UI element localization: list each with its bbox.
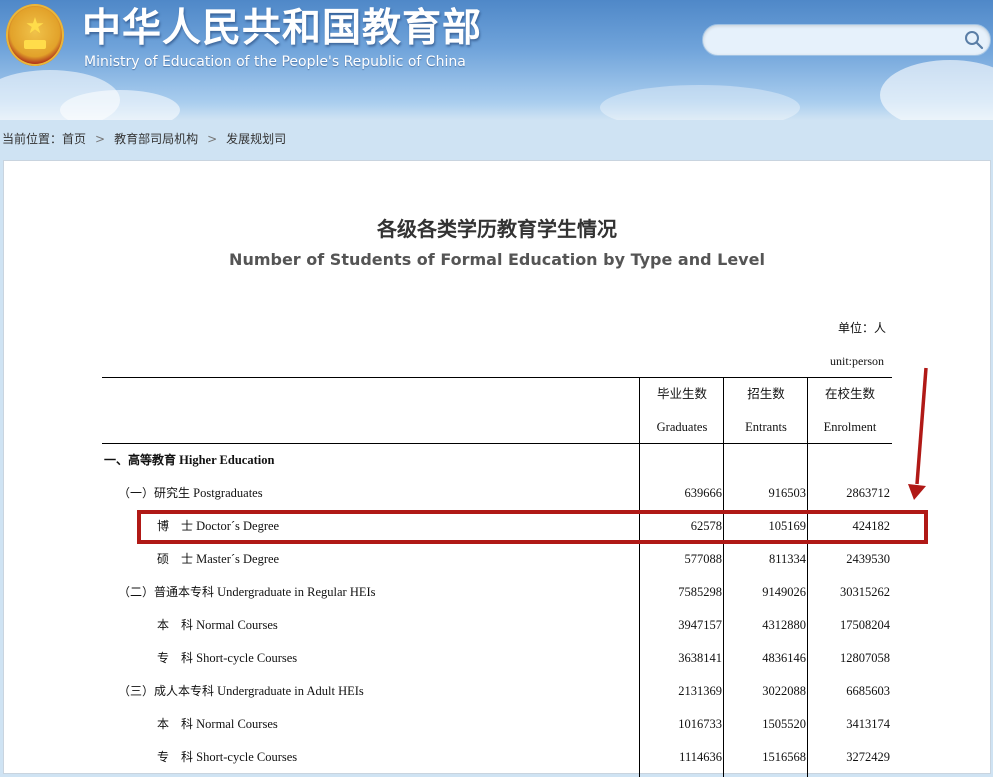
search-input[interactable] [713,29,957,51]
breadcrumb-item-home[interactable]: 首页 [62,132,86,146]
row-label-cn: （一）研究生 [118,486,191,500]
cell-enrolment: 12807058 [840,651,890,665]
row-label: 一、高等教育 Higher Education [104,444,274,477]
cell-entrants: 1505520 [762,717,806,731]
cell-graduates: 1114636 [679,750,722,764]
unit-label-en: unit:person [830,354,884,368]
table-row: 专 科 Short-cycle Courses 3638141 4836146 128… [102,642,892,675]
cell-graduates: 577088 [684,552,723,566]
cloud-decoration [60,90,180,120]
column-header-cn: 毕业生数 [656,386,707,401]
cell-graduates: 7585298 [678,585,722,599]
cell-entrants: 4312880 [762,618,806,632]
column-header-en: Enrolment [823,420,877,434]
row-label: 本 科 Normal Courses [157,609,278,642]
search-icon[interactable] [964,30,984,50]
row-label-en: Normal Courses [196,618,278,632]
table-row: （二）普通本专科 Undergraduate in Regular HEIs 75… [102,576,892,609]
cell-entrants: 916503 [768,486,807,500]
cloud-decoration [880,60,993,120]
row-label-en: Higher Education [179,453,275,467]
column-header-cn: 在校生数 [824,386,875,401]
row-label-en: Short-cycle Courses [196,750,298,764]
column-header-cn: 招生数 [747,386,785,401]
row-label-en: Short-cycle Courses [196,651,298,665]
document-panel: 各级各类学历教育学生情况 Number of Students of Forma… [3,160,991,777]
tiananmen-icon [24,40,46,49]
site-subtitle: Ministry of Education of the People's Re… [84,54,466,70]
cell-graduates: 1016733 [678,717,722,731]
national-emblem-icon[interactable]: ★ [6,4,64,66]
table-row: （一）研究生 Postgraduates 639666 916503 2863712 [102,477,892,510]
breadcrumb: 当前位置：首页 > 教育部司局机构 > 发展规划司 [2,131,286,147]
row-label-en: Postgraduates [193,486,263,500]
cell-entrants: 1516568 [762,750,806,764]
cell-enrolment: 3413174 [846,717,890,731]
row-label-cn: （二）普通本专科 [118,585,215,599]
row-label-en: Master´s Degree [196,552,280,566]
unit-label-cn: 单位：人 [838,321,887,335]
row-label-cn: （三）成人本专科 [118,684,215,698]
table-row: 本 科 Normal Courses 1016733 1505520 3413174 [102,708,892,741]
row-label: （一）研究生 Postgraduates [118,477,263,510]
cell-entrants: 4836146 [762,651,806,665]
row-label-cn: 专 科 [157,651,194,665]
document-title: 各级各类学历教育学生情况 [377,217,617,241]
row-label-cn: 本 科 [157,717,194,731]
table-row: 本 科 Normal Courses 3947157 4312880 17508204 [102,609,892,642]
row-label: 本 科 Normal Courses [157,708,278,741]
chevron-right-icon: > [207,132,218,146]
breadcrumb-item-departments[interactable]: 教育部司局机构 [114,132,198,146]
row-label-en: Undergraduate in Adult HEIs [217,684,364,698]
document-subtitle: Number of Students of Formal Education b… [229,250,765,269]
breadcrumb-item-planning[interactable]: 发展规划司 [226,132,286,146]
star-icon: ★ [25,14,45,39]
chevron-right-icon: > [95,132,106,146]
table-rule [102,377,892,378]
cell-graduates: 2131369 [678,684,722,698]
row-label: （二）普通本专科 Undergraduate in Regular HEIs [118,576,376,609]
cell-graduates: 639666 [684,486,723,500]
cell-enrolment: 2439530 [846,552,890,566]
row-label-cn: 硕 士 [157,552,194,566]
cell-enrolment: 30315262 [840,585,890,599]
cell-entrants: 9149026 [762,585,806,599]
cell-graduates: 3638141 [678,651,722,665]
row-label: 专 科 Short-cycle Courses [157,642,297,675]
table-row: 硕 士 Master´s Degree 577088 811334 2439530 [102,543,892,576]
row-label: （三）成人本专科 Undergraduate in Adult HEIs [118,675,364,708]
highlight-box [137,510,928,544]
row-label-cn: 专 科 [157,750,194,764]
column-header-en: Entrants [745,420,787,434]
cell-graduates: 3947157 [678,618,722,632]
cell-enrolment: 3272429 [846,750,890,764]
cell-enrolment: 17508204 [840,618,890,632]
site-title[interactable]: 中华人民共和国教育部 [82,6,482,52]
row-label-en: Undergraduate in Regular HEIs [217,585,376,599]
cell-enrolment: 2863712 [846,486,890,500]
row-label: 硕 士 Master´s Degree [157,543,279,576]
row-label: 专 科 Short-cycle Courses [157,741,297,774]
row-label-cn: 一、高等教育 [104,453,177,467]
cloud-decoration [600,85,800,120]
row-label-cn: 本 科 [157,618,194,632]
cell-enrolment: 6685603 [846,684,890,698]
cell-entrants: 3022088 [762,684,806,698]
breadcrumb-prefix: 当前位置： [2,132,63,146]
header-banner: ★ 中华人民共和国教育部 Ministry of Education of th… [0,0,993,120]
row-label-en: Normal Courses [196,717,278,731]
column-header-en: Graduates [656,420,708,434]
search-box[interactable] [702,24,991,56]
table-row: （三）成人本专科 Undergraduate in Adult HEIs 2131… [102,675,892,708]
cell-entrants: 811334 [768,552,806,566]
table-row: 一、高等教育 Higher Education [102,444,892,477]
table-row: 专 科 Short-cycle Courses 1114636 1516568 327… [102,741,892,774]
